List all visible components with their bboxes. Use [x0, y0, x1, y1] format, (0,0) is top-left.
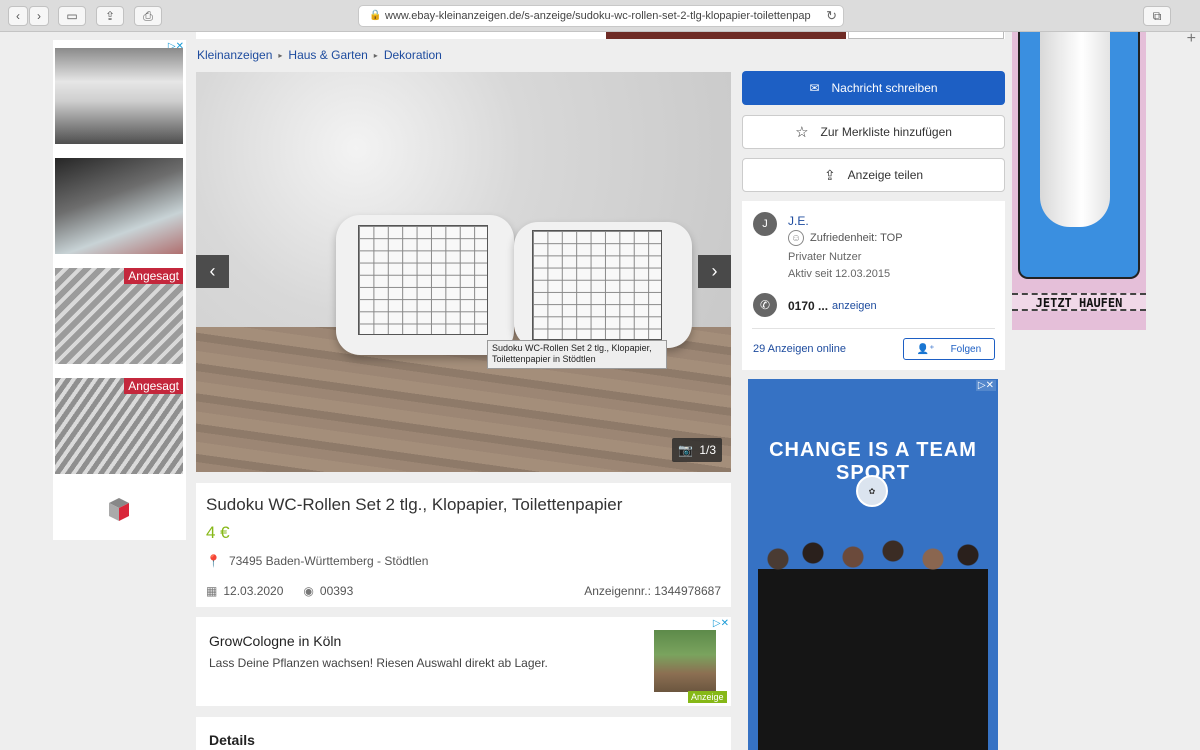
tabs-overview-icon[interactable]: ⧉: [1143, 6, 1171, 26]
gallery-prev-button[interactable]: ‹: [196, 255, 229, 288]
url-text: www.ebay-kleinanzeigen.de/s-anzeige/sudo…: [385, 10, 811, 22]
avatar: J: [753, 212, 777, 236]
trending-badge: Angesagt: [124, 378, 183, 394]
adidas-logo-icon: ✿: [856, 475, 888, 507]
shoe-ad-image: [1018, 32, 1140, 279]
left-ad[interactable]: ▷✕ Angesagt Angesagt: [53, 40, 186, 540]
new-tab-icon[interactable]: +: [1187, 30, 1196, 48]
chevron-left-icon: ‹: [209, 261, 216, 281]
add-user-icon: 👤⁺: [916, 343, 935, 355]
top-banner-ad[interactable]: [196, 32, 1005, 39]
ad-product-image[interactable]: Angesagt: [55, 378, 183, 474]
add-to-watchlist-button[interactable]: ☆ Zur Merkliste hinzufügen: [742, 115, 1005, 149]
sneaker-image: [1040, 32, 1110, 227]
ad-number: Anzeigennr.: 1344978687: [584, 584, 721, 598]
ad-product-image[interactable]: Angesagt: [55, 268, 183, 364]
calendar-icon: ▦: [206, 584, 218, 598]
shoe-ad[interactable]: JETZT HAUFEN: [1012, 32, 1146, 330]
forward-icon[interactable]: ›: [29, 6, 49, 26]
share-icon[interactable]: ⇪: [96, 6, 124, 26]
text-ad[interactable]: ▷✕ GrowCologne in Köln Lass Deine Pflanz…: [196, 617, 731, 706]
follow-button[interactable]: 👤⁺ Folgen: [903, 338, 995, 360]
chevron-right-icon: ›: [711, 261, 718, 281]
sudoku-grid: [532, 230, 662, 340]
view-count: 00393: [319, 584, 354, 598]
location-text: 73495 Baden-Württemberg - Stödtlen: [228, 554, 429, 568]
text-ad-description: Lass Deine Pflanzen wachsen! Riesen Ausw…: [209, 656, 548, 670]
seller-name[interactable]: J.E.: [788, 214, 809, 228]
listing-location: 📍 73495 Baden-Württemberg - Stödtlen: [206, 554, 428, 568]
listing-meta: ▦ 12.03.2020 ◉ 00393 Anzeigennr.: 134497…: [206, 584, 721, 598]
seller-card: J J.E. ☺ Zufriedenheit: TOP Privater Nut…: [742, 201, 1005, 370]
gallery-next-button[interactable]: ›: [698, 255, 731, 288]
ad-label: Anzeige: [688, 691, 727, 703]
send-message-button[interactable]: ✉ Nachricht schreiben: [742, 71, 1005, 105]
phone-number: 0170 ...: [788, 299, 829, 313]
divider: [752, 328, 995, 329]
adchoices-icon[interactable]: ▷✕: [975, 380, 996, 391]
watchlist-label: Zur Merkliste hinzufügen: [820, 125, 952, 139]
satisfaction-text: Zufriedenheit: TOP: [810, 232, 903, 244]
listing-summary: Sudoku WC-Rollen Set 2 tlg., Klopapier, …: [196, 483, 731, 607]
location-pin-icon: 📍: [206, 554, 221, 568]
listing-title: Sudoku WC-Rollen Set 2 tlg., Klopapier, …: [206, 495, 623, 514]
browser-toolbar: ‹ › ▭ ⇪ ⎙ 🔒 www.ebay-kleinanzeigen.de/s-…: [0, 0, 1200, 32]
share-ad-button[interactable]: ⇪ Anzeige teilen: [742, 158, 1005, 192]
listing-price: 4 €: [206, 523, 230, 542]
follow-label: Folgen: [950, 343, 982, 355]
ad-people-image: [758, 539, 988, 750]
image-counter-text: 1/3: [699, 443, 716, 457]
print-icon[interactable]: ⎙: [134, 6, 162, 26]
banner-image: [606, 32, 846, 39]
breadcrumb: Kleinanzeigen ▸ Haus & Garten ▸ Dekorati…: [197, 48, 442, 62]
breadcrumb-separator-icon: ▸: [373, 50, 378, 60]
share-label: Anzeige teilen: [847, 168, 924, 182]
breadcrumb-item-haus-garten[interactable]: Haus & Garten: [288, 48, 367, 62]
details-section: Details: [196, 717, 731, 750]
eye-icon: ◉: [303, 584, 314, 598]
seller-type: Privater Nutzer: [788, 251, 862, 263]
listing-date: 12.03.2020: [223, 584, 284, 598]
phone-icon: ✆: [753, 293, 777, 317]
lock-icon: 🔒: [369, 10, 382, 21]
envelope-icon: ✉: [809, 81, 820, 95]
address-bar[interactable]: 🔒 www.ebay-kleinanzeigen.de/s-anzeige/su…: [358, 5, 844, 27]
ads-online-link[interactable]: 29 Anzeigen online: [753, 343, 846, 355]
show-phone-link[interactable]: anzeigen: [832, 300, 877, 312]
toilet-roll-image: [514, 222, 692, 348]
shoe-ad-cta[interactable]: JETZT HAUFEN: [1012, 293, 1146, 311]
ad-product-image[interactable]: [55, 158, 183, 254]
text-ad-title[interactable]: GrowCologne in Köln: [209, 633, 341, 649]
camera-icon: 📷: [678, 443, 694, 457]
send-message-label: Nachricht schreiben: [831, 81, 938, 95]
cube-logo-icon: [109, 498, 129, 521]
breadcrumb-separator-icon: ▸: [278, 50, 283, 60]
breadcrumb-item-dekoration[interactable]: Dekoration: [384, 48, 442, 62]
adchoices-icon[interactable]: ▷✕: [713, 618, 729, 629]
image-counter: 📷 1/3: [672, 438, 722, 462]
sudoku-grid: [358, 225, 488, 335]
image-gallery[interactable]: ‹ › Sudoku WC-Rollen Set 2 tlg., Klopapi…: [196, 72, 731, 472]
back-icon[interactable]: ‹: [8, 6, 28, 26]
star-icon: ☆: [795, 124, 809, 141]
seller-satisfaction: ☺ Zufriedenheit: TOP: [788, 230, 903, 246]
ad-product-image[interactable]: [55, 48, 183, 144]
share-icon: ⇪: [823, 166, 836, 183]
adidas-ad[interactable]: ▷✕ CHANGE IS A TEAM SPORT ✿: [748, 379, 998, 750]
seller-active-since: Aktiv seit 12.03.2015: [788, 268, 891, 280]
image-tooltip: Sudoku WC-Rollen Set 2 tlg., Klopapier, …: [487, 340, 667, 369]
trending-badge: Angesagt: [124, 268, 183, 284]
banner-box: [848, 32, 1004, 39]
smiley-icon: ☺: [788, 230, 804, 246]
breadcrumb-item-kleinanzeigen[interactable]: Kleinanzeigen: [197, 48, 272, 62]
details-heading: Details: [209, 732, 255, 748]
text-ad-image[interactable]: [654, 630, 716, 692]
toilet-roll-image: [336, 215, 514, 355]
reload-icon[interactable]: ↻: [826, 8, 837, 24]
sidebar-icon[interactable]: ▭: [58, 6, 86, 26]
